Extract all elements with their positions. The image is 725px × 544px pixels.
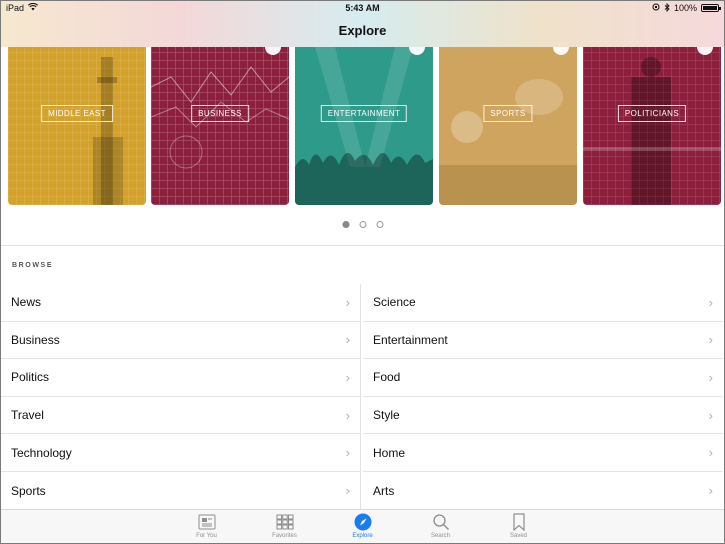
- chevron-right-icon: ›: [345, 294, 350, 310]
- topic-card-label: MIDDLE EAST: [41, 105, 113, 122]
- search-icon: [432, 513, 450, 531]
- browse-item-travel[interactable]: Travel ›: [1, 397, 360, 435]
- tab-label: Explore: [352, 533, 373, 539]
- minaret-silhouette: [93, 57, 123, 205]
- chevron-right-icon: ›: [708, 407, 713, 423]
- browse-item-business[interactable]: Business ›: [1, 322, 360, 360]
- chevron-right-icon: ›: [708, 445, 713, 461]
- browse-list-right: Science › Entertainment › Food › Style › Hom…: [363, 284, 723, 510]
- browse-section-title: BROWSE: [12, 262, 54, 269]
- page-dot-2[interactable]: [359, 221, 366, 228]
- browse-item-news[interactable]: News ›: [1, 284, 360, 322]
- device-name: iPad: [6, 3, 25, 13]
- chevron-right-icon: ›: [345, 483, 350, 499]
- orientation-lock-icon: [652, 3, 660, 13]
- tab-saved[interactable]: Saved: [480, 510, 558, 543]
- tab-label: Saved: [509, 533, 527, 539]
- browse-item-label: Technology: [11, 445, 72, 460]
- status-bar: iPad 5:43 AM 100%: [1, 1, 724, 15]
- browse-item-label: Business: [11, 332, 60, 347]
- topic-card-label: BUSINESS: [191, 105, 249, 122]
- browse-item-style[interactable]: Style ›: [363, 397, 723, 435]
- sports-player-graphic: [439, 79, 577, 205]
- topic-card-middle-east[interactable]: MIDDLE EAST: [8, 47, 146, 205]
- chevron-right-icon: ›: [708, 483, 713, 499]
- newspaper-icon: [198, 513, 216, 531]
- browse-item-sports[interactable]: Sports ›: [1, 472, 360, 510]
- page-dot-3[interactable]: [376, 221, 383, 228]
- tab-label: Search: [430, 533, 450, 539]
- tab-explore[interactable]: Explore: [324, 510, 402, 543]
- browse-item-label: Food: [373, 370, 401, 385]
- browse-item-label: Travel: [11, 408, 44, 423]
- browse-item-food[interactable]: Food ›: [363, 359, 723, 397]
- chevron-right-icon: ›: [345, 445, 350, 461]
- browse-item-home[interactable]: Home ›: [363, 434, 723, 472]
- chevron-right-icon: ›: [708, 369, 713, 385]
- topic-card-politicians[interactable]: POLITICIANS: [583, 47, 721, 205]
- topic-carousel[interactable]: MIDDLE EAST BUSINESS ENTERTAINMENT SPORT…: [1, 47, 724, 207]
- browse-item-label: Politics: [11, 370, 50, 385]
- topic-card-business[interactable]: BUSINESS: [151, 47, 289, 205]
- browse-item-arts[interactable]: Arts ›: [363, 472, 723, 510]
- compass-icon: [354, 513, 372, 531]
- browse-item-entertainment[interactable]: Entertainment ›: [363, 322, 723, 360]
- chevron-right-icon: ›: [345, 332, 350, 348]
- page-dot-1[interactable]: [342, 221, 349, 228]
- browse-item-label: Entertainment: [373, 332, 448, 347]
- chevron-right-icon: ›: [345, 407, 350, 423]
- battery-icon: [701, 4, 721, 12]
- stock-chart-graphic: [151, 66, 289, 169]
- tab-label: For You: [196, 533, 217, 539]
- grid-icon: [276, 513, 294, 531]
- browse-item-label: News: [11, 295, 42, 310]
- browse-item-label: Style: [373, 408, 400, 423]
- wifi-icon: [27, 2, 39, 13]
- browse-item-science[interactable]: Science ›: [363, 284, 723, 322]
- topic-card-label: ENTERTAINMENT: [320, 105, 408, 122]
- tab-search[interactable]: Search: [402, 510, 480, 543]
- browse-item-label: Arts: [373, 483, 395, 498]
- chevron-right-icon: ›: [345, 369, 350, 385]
- topic-card-sports[interactable]: SPORTS: [439, 47, 577, 205]
- topic-card-label: SPORTS: [483, 105, 533, 122]
- chevron-right-icon: ›: [708, 332, 713, 348]
- tab-label: Favorites: [272, 533, 297, 539]
- battery-percent: 100%: [673, 3, 697, 13]
- browse-item-politics[interactable]: Politics ›: [1, 359, 360, 397]
- topic-card-label: POLITICIANS: [617, 105, 687, 122]
- section-divider: [1, 245, 724, 246]
- topic-card-entertainment[interactable]: ENTERTAINMENT: [295, 47, 433, 205]
- clock: 5:43 AM: [345, 3, 380, 13]
- bluetooth-icon: [664, 2, 670, 14]
- browse-item-technology[interactable]: Technology ›: [1, 434, 360, 472]
- browse-list-left: News › Business › Politics › Travel › Techno…: [1, 284, 361, 510]
- browse-item-label: Home: [373, 445, 406, 460]
- browse-item-label: Science: [373, 295, 416, 310]
- page-title: Explore: [338, 23, 387, 38]
- politician-silhouette: [583, 57, 721, 205]
- page-indicator[interactable]: [342, 221, 383, 228]
- tab-favorites[interactable]: Favorites: [246, 510, 324, 543]
- tab-for-you[interactable]: For You: [168, 510, 246, 543]
- concert-crowd-graphic: [295, 47, 433, 205]
- bookmark-icon: [512, 513, 526, 531]
- tab-bar: For You Favorites Explore Search Saved: [1, 509, 724, 543]
- chevron-right-icon: ›: [708, 294, 713, 310]
- browse-item-label: Sports: [11, 483, 46, 498]
